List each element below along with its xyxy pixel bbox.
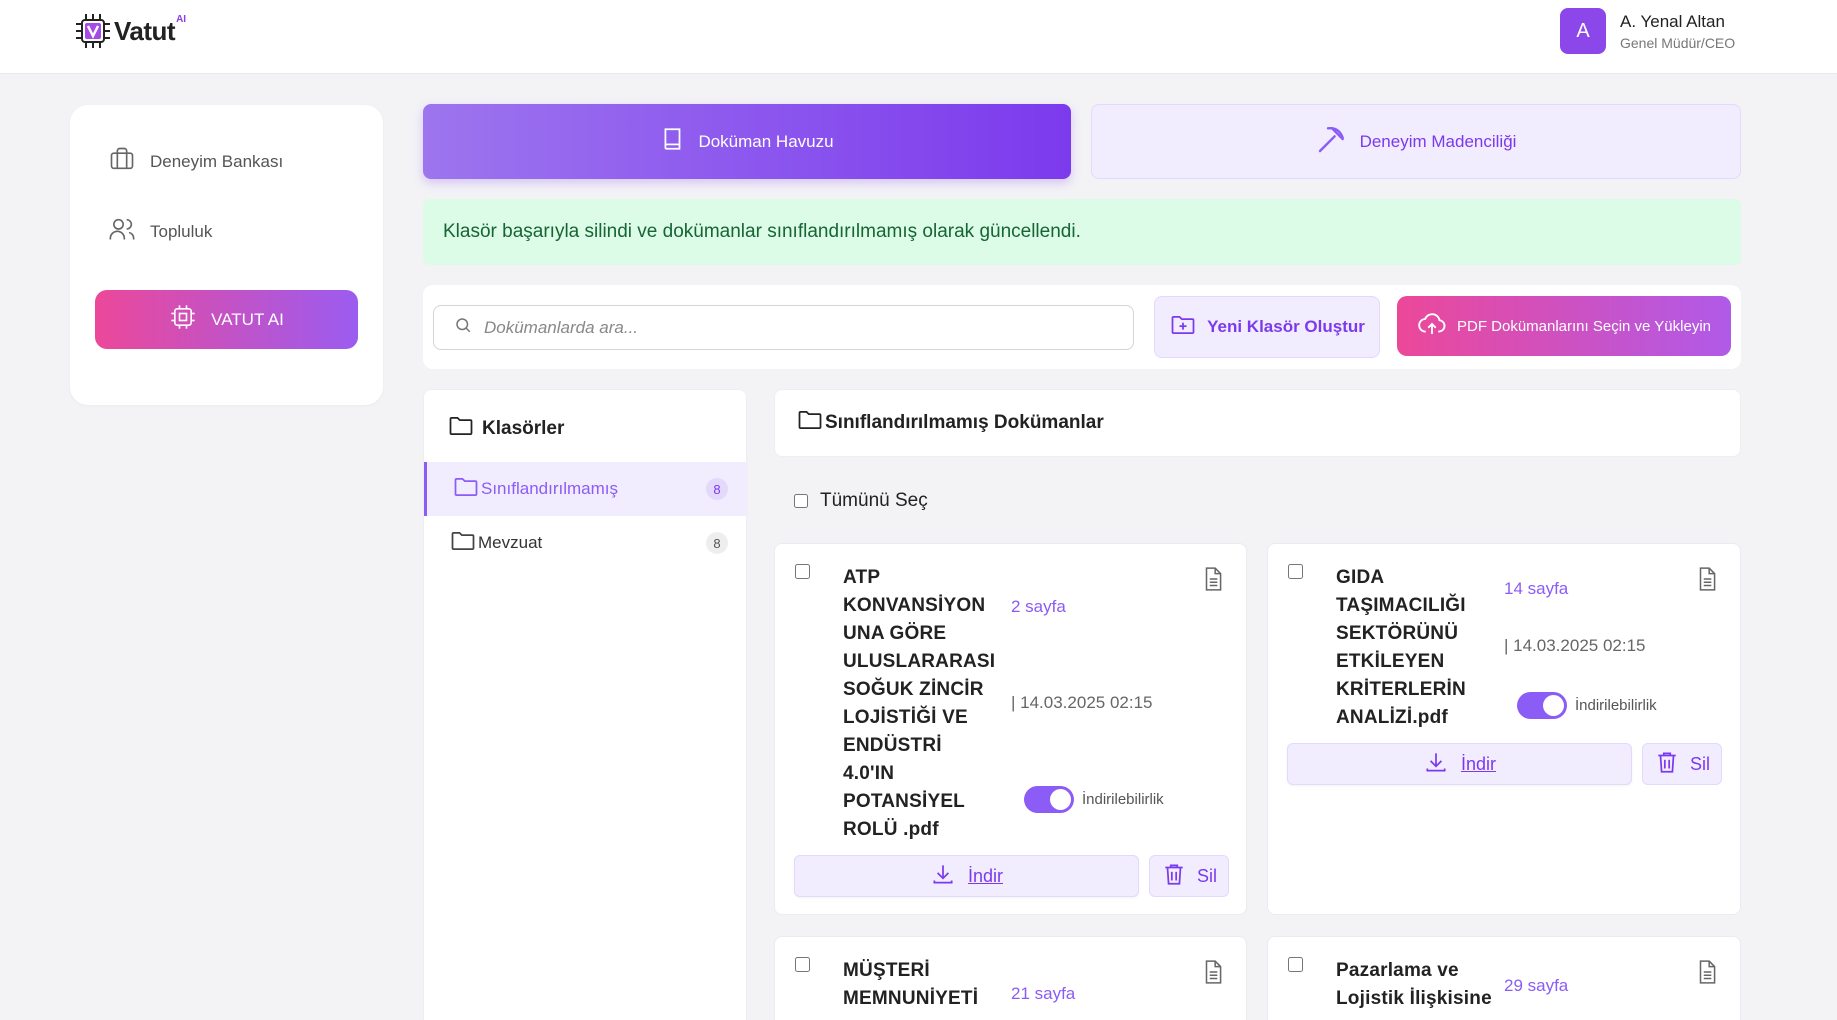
folders-title-label: Klasörler — [482, 418, 565, 439]
download-label: İndir — [967, 865, 1003, 886]
folder-name: Sınıflandırılmamış — [481, 479, 618, 498]
app-logo[interactable]: Vatut AI — [74, 12, 186, 50]
search-box[interactable] — [433, 305, 1134, 350]
download-icon — [1423, 749, 1461, 780]
document-card: ATP KONVANSİYON UNA GÖRE ULUSLARARASI SO… — [774, 543, 1247, 915]
document-title[interactable]: ATP KONVANSİYON UNA GÖRE ULUSLARARASI SO… — [843, 564, 995, 844]
vatut-ai-label: VATUT AI — [211, 309, 284, 329]
user-profile[interactable]: A A. Yenal Altan Genel Müdür/CEO — [1560, 8, 1735, 54]
avatar[interactable]: A — [1560, 8, 1606, 54]
download-button[interactable]: İndir — [794, 855, 1139, 897]
users-icon — [108, 215, 150, 248]
upload-label: PDF Dokümanlarını Seçin ve Yükleyin — [1456, 317, 1711, 335]
folder-count-badge: 8 — [706, 532, 728, 554]
folders-panel: Klasörler Sınıflandırılmamış 8 Mevzuat 8 — [423, 389, 748, 1020]
trash-icon — [1161, 861, 1197, 892]
cloud-upload-icon — [1417, 309, 1457, 343]
download-icon — [930, 861, 968, 892]
document-checkbox[interactable] — [795, 957, 810, 972]
trash-icon — [1654, 749, 1690, 780]
page-count: 2 sayfa — [1011, 597, 1066, 616]
folder-icon — [448, 527, 478, 560]
toolbar: Yeni Klasör Oluştur PDF Dokümanlarını Se… — [423, 285, 1741, 369]
select-all[interactable]: Tümünü Seç — [794, 490, 928, 512]
folder-plus-icon — [1169, 311, 1207, 344]
document-checkbox[interactable] — [795, 564, 810, 579]
document-title[interactable]: MÜŞTERİ MEMNUNİYETİ — [843, 957, 978, 1013]
cpu-icon — [169, 303, 211, 336]
delete-button[interactable]: Sil — [1149, 855, 1229, 897]
alert-message: Klasör başarıyla silindi ve dokümanlar s… — [443, 221, 1081, 242]
tab-label: Deneyim Madenciliği — [1359, 131, 1517, 151]
delete-label: Sil — [1689, 753, 1710, 774]
user-name: A. Yenal Altan — [1620, 11, 1725, 31]
book-icon — [660, 126, 698, 157]
select-all-checkbox[interactable] — [794, 494, 808, 508]
logo-text: Vatut — [114, 15, 176, 46]
upload-pdf-button[interactable]: PDF Dokümanlarını Seçin ve Yükleyin — [1397, 296, 1731, 356]
folder-item-unclassified[interactable]: Sınıflandırılmamış 8 — [424, 462, 748, 516]
select-all-label: Tümünü Seç — [820, 490, 928, 511]
folder-item-legislation[interactable]: Mevzuat 8 — [424, 516, 748, 570]
vatut-ai-button[interactable]: VATUT AI — [95, 290, 358, 349]
user-info: A. Yenal Altan Genel Müdür/CEO — [1620, 12, 1735, 51]
toggle-switch[interactable] — [1024, 786, 1074, 813]
folder-icon — [795, 406, 825, 440]
document-title[interactable]: GIDA TAŞIMACILIĞI SEKTÖRÜNÜ ETKİLEYEN KR… — [1336, 564, 1466, 732]
upload-date: | 14.03.2025 02:15 — [1504, 636, 1646, 655]
document-card: Pazarlama ve Lojistik İlişkisine 29 sayf… — [1267, 936, 1741, 1020]
document-card: GIDA TAŞIMACILIĞI SEKTÖRÜNÜ ETKİLEYEN KR… — [1267, 543, 1741, 915]
folder-icon — [446, 412, 482, 446]
briefcase-icon — [108, 145, 150, 178]
downloadable-toggle[interactable]: İndirilebilirlik — [1517, 692, 1657, 719]
document-checkbox[interactable] — [1288, 957, 1303, 972]
new-folder-button[interactable]: Yeni Klasör Oluştur — [1154, 296, 1380, 358]
upload-date: | 14.03.2025 02:15 — [1011, 693, 1153, 712]
search-icon — [454, 316, 472, 339]
success-alert: Klasör başarıyla silindi ve dokümanlar s… — [423, 199, 1741, 265]
logo-superscript: AI — [176, 13, 187, 25]
sidebar-item-label: Deneyim Bankası — [150, 151, 284, 171]
downloadable-toggle[interactable]: İndirilebilirlik — [1024, 786, 1164, 813]
toggle-label: İndirilebilirlik — [1575, 697, 1657, 714]
document-checkbox[interactable] — [1288, 564, 1303, 579]
toggle-label: İndirilebilirlik — [1082, 791, 1164, 808]
folder-count-badge: 8 — [706, 478, 728, 500]
page-count: 14 sayfa — [1504, 579, 1569, 598]
tab-document-pool[interactable]: Doküman Havuzu — [423, 104, 1071, 179]
document-icon[interactable] — [1200, 564, 1226, 599]
content-header: Sınıflandırılmamış Dokümanlar — [774, 389, 1741, 457]
document-icon[interactable] — [1694, 957, 1720, 992]
download-label: İndir — [1460, 753, 1496, 774]
delete-button[interactable]: Sil — [1642, 743, 1722, 785]
document-icon[interactable] — [1694, 564, 1720, 599]
pickaxe-icon — [1316, 123, 1360, 160]
document-icon[interactable] — [1200, 957, 1226, 992]
top-bar: Vatut AI A A. Yenal Altan Genel Müdür/CE… — [0, 0, 1837, 74]
folder-name: Mevzuat — [478, 533, 543, 552]
content-title: Sınıflandırılmamış Dokümanlar — [825, 412, 1104, 433]
sidebar: Deneyim Bankası Topluluk VATUT AI — [70, 105, 383, 405]
page-count: 21 sayfa — [1011, 984, 1076, 1003]
tab-experience-mining[interactable]: Deneyim Madenciliği — [1091, 104, 1741, 179]
sidebar-item-community[interactable]: Topluluk — [108, 215, 212, 248]
sidebar-item-experience-bank[interactable]: Deneyim Bankası — [108, 145, 283, 178]
download-button[interactable]: İndir — [1287, 743, 1632, 785]
delete-label: Sil — [1196, 865, 1217, 886]
folders-title: Klasörler — [446, 412, 564, 446]
document-title[interactable]: Pazarlama ve Lojistik İlişkisine — [1336, 957, 1492, 1013]
chip-logo-icon — [74, 12, 112, 50]
new-folder-label: Yeni Klasör Oluştur — [1207, 317, 1365, 336]
toggle-switch[interactable] — [1517, 692, 1567, 719]
tab-label: Doküman Havuzu — [698, 131, 834, 151]
folder-icon — [451, 473, 481, 506]
document-card: MÜŞTERİ MEMNUNİYETİ 21 sayfa — [774, 936, 1247, 1020]
page-count: 29 sayfa — [1504, 976, 1569, 995]
sidebar-item-label: Topluluk — [150, 221, 213, 241]
user-role: Genel Müdür/CEO — [1620, 34, 1736, 51]
search-input[interactable] — [484, 317, 1104, 338]
